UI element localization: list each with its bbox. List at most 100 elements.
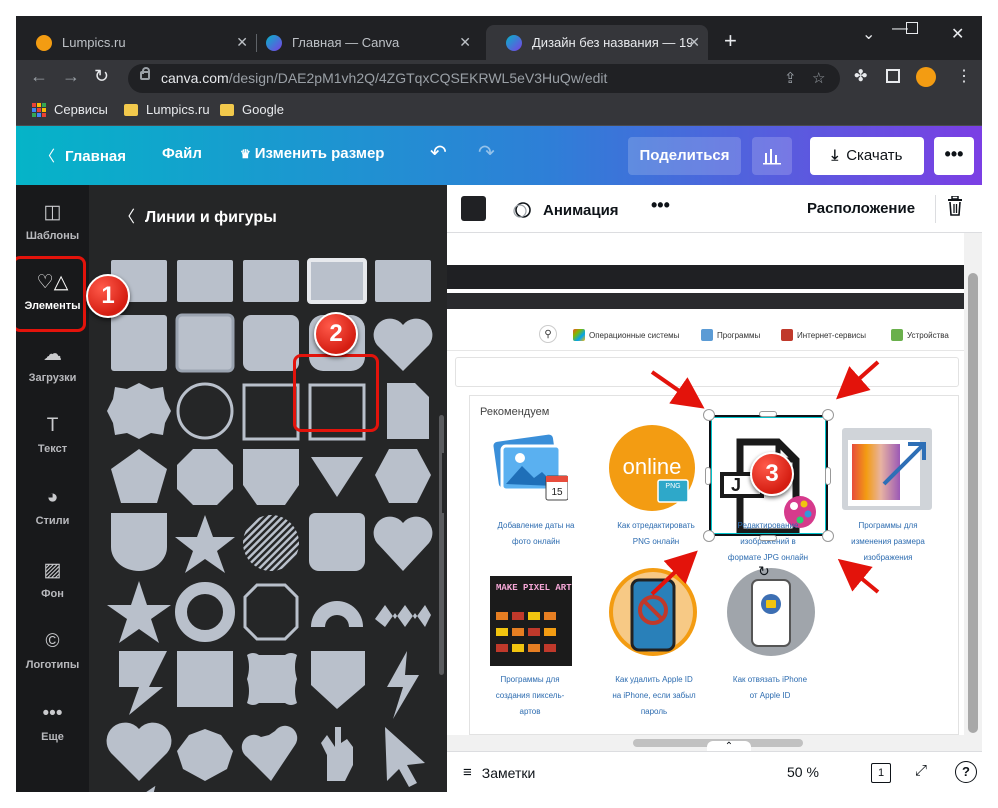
shape-square[interactable] bbox=[177, 260, 233, 302]
notes-button[interactable]: ≡ Заметки bbox=[463, 764, 535, 781]
rotate-icon[interactable]: ↻ bbox=[758, 563, 770, 580]
shape-square[interactable] bbox=[111, 315, 167, 371]
shape-octagon[interactable] bbox=[177, 449, 233, 505]
extensions-puzzle-icon[interactable]: ✤ bbox=[854, 66, 867, 86]
context-more-button[interactable]: ••• bbox=[651, 195, 670, 216]
shape-heart-rounded[interactable] bbox=[177, 729, 233, 781]
resize-handle-bottom-right[interactable] bbox=[822, 530, 834, 542]
close-tab-icon[interactable]: ✕ bbox=[459, 34, 471, 51]
home-button[interactable]: 〈 Главная bbox=[40, 145, 126, 166]
shape-square[interactable] bbox=[243, 260, 299, 302]
resize-handle-bottom[interactable] bbox=[759, 535, 777, 541]
forward-arrow-icon[interactable]: → bbox=[62, 66, 80, 87]
help-question-icon[interactable]: ? bbox=[955, 761, 977, 783]
shape-heart[interactable] bbox=[373, 318, 433, 371]
zoom-level[interactable]: 50 % bbox=[787, 764, 819, 780]
shape-hand-pointer[interactable] bbox=[321, 727, 353, 781]
arrange-button[interactable]: Расположение bbox=[807, 200, 915, 217]
bookmark-star-icon[interactable]: ☆ bbox=[812, 69, 825, 87]
rail-item-uploads[interactable]: ☁ Загрузки bbox=[16, 343, 89, 384]
page-count-button[interactable]: 1 bbox=[871, 763, 891, 783]
address-bar[interactable]: canva.com/design/DAE2pM1vh2Q/4ZGTqxCQSEK… bbox=[128, 64, 840, 93]
shape-cursor-arrow[interactable] bbox=[385, 727, 425, 787]
resize-handle-top-left[interactable] bbox=[703, 409, 715, 421]
shape-shield-round[interactable] bbox=[111, 513, 167, 571]
shape-ring[interactable] bbox=[175, 582, 235, 642]
trash-icon[interactable] bbox=[947, 196, 963, 216]
shape-heart-tilted[interactable] bbox=[241, 725, 298, 781]
rail-item-text[interactable]: T Текст bbox=[16, 415, 89, 455]
shape-rounded-square[interactable] bbox=[243, 315, 299, 371]
animation-button[interactable]: Анимация bbox=[513, 200, 619, 220]
shape-arch[interactable] bbox=[311, 601, 363, 627]
shape-triangle-down[interactable] bbox=[311, 457, 363, 497]
shape-badge[interactable] bbox=[107, 383, 171, 439]
download-button[interactable]: ⤓ Скачать bbox=[810, 137, 924, 175]
shape-lightning-bold[interactable] bbox=[119, 651, 167, 715]
shape-cut-corner[interactable] bbox=[387, 383, 429, 439]
resize-handle-bottom-left[interactable] bbox=[703, 530, 715, 542]
side-panel-icon[interactable] bbox=[886, 69, 900, 83]
panel-back-button[interactable]: 〈 Линии и фигуры bbox=[119, 203, 277, 227]
reload-icon[interactable]: ↻ bbox=[94, 66, 109, 87]
download-icon: ⤓ bbox=[831, 147, 839, 164]
shape-square-outline[interactable] bbox=[242, 383, 300, 441]
back-arrow-icon[interactable]: ← bbox=[30, 66, 48, 87]
shape-square-scalloped[interactable] bbox=[177, 651, 233, 707]
resize-button[interactable]: ♛ Изменить размер bbox=[240, 145, 384, 162]
shape-heart[interactable] bbox=[106, 722, 172, 781]
shape-octagon-outline[interactable] bbox=[243, 583, 299, 641]
shape-striped-circle[interactable] bbox=[243, 515, 299, 571]
shape-bordered-square[interactable] bbox=[175, 313, 235, 373]
browser-menu-icon[interactable]: ⋮ bbox=[956, 66, 972, 86]
redo-icon[interactable]: ↷ bbox=[478, 140, 495, 165]
rail-item-background[interactable]: ▨ Фон bbox=[16, 559, 89, 600]
more-options-button[interactable]: ••• bbox=[934, 137, 974, 175]
shape-square[interactable] bbox=[375, 260, 431, 302]
border-color-swatch[interactable] bbox=[461, 196, 486, 221]
rail-item-templates[interactable]: ◫ Шаблоны bbox=[16, 201, 89, 242]
shape-shield[interactable] bbox=[243, 449, 299, 505]
tab-lumpics[interactable]: Lumpics.ru ✕ bbox=[16, 25, 256, 60]
shape-pointed-shield[interactable] bbox=[311, 651, 365, 709]
fullscreen-expand-icon[interactable]: ⤢ bbox=[915, 762, 927, 779]
close-tab-icon[interactable]: ✕ bbox=[688, 34, 700, 51]
close-window-icon[interactable]: ✕ bbox=[951, 24, 964, 44]
tab-canva-design[interactable]: Дизайн без названия — 1938 ✕ bbox=[486, 25, 708, 60]
undo-icon[interactable]: ↶ bbox=[430, 140, 447, 165]
rail-label: Текст bbox=[37, 443, 68, 455]
bookmark-google[interactable]: Google bbox=[220, 102, 284, 117]
maximize-icon[interactable] bbox=[906, 22, 918, 34]
bookmark-lumpics[interactable]: Lumpics.ru bbox=[124, 102, 210, 117]
scrollbar-thumb[interactable] bbox=[968, 273, 978, 733]
shape-heart[interactable] bbox=[373, 516, 433, 571]
bookmark-services[interactable]: Сервисы bbox=[32, 102, 108, 117]
rail-item-more[interactable]: ••• Еще bbox=[16, 703, 89, 743]
rail-item-logos[interactable]: © Логотипы bbox=[16, 631, 89, 671]
shape-zigzag[interactable] bbox=[375, 605, 431, 627]
window-menu-icon[interactable]: ⌄ bbox=[862, 24, 875, 44]
shape-pentagon[interactable] bbox=[111, 449, 167, 503]
shape-lightning[interactable] bbox=[387, 651, 419, 719]
canvas-vertical-scrollbar[interactable] bbox=[964, 233, 982, 735]
profile-avatar-icon[interactable] bbox=[916, 67, 936, 87]
shape-wavy-square[interactable] bbox=[247, 653, 297, 705]
tab-canva-home[interactable]: Главная — Canva ✕ bbox=[246, 25, 479, 60]
shape-hexagon[interactable] bbox=[375, 449, 431, 503]
design-canvas[interactable]: ⚲ Операционные системы Программы Интерне… bbox=[447, 233, 964, 735]
shape-star-5[interactable] bbox=[107, 581, 171, 643]
resize-handle-top[interactable] bbox=[759, 411, 777, 417]
insights-button[interactable] bbox=[752, 137, 792, 175]
resize-handle-left[interactable] bbox=[705, 467, 711, 485]
file-menu-button[interactable]: Файл bbox=[162, 145, 202, 162]
shape-framed-square[interactable] bbox=[307, 258, 367, 304]
shape-star[interactable] bbox=[175, 515, 235, 573]
rail-item-styles[interactable]: ◕ Стили bbox=[16, 487, 89, 527]
shape-rounded-tag[interactable] bbox=[309, 513, 365, 571]
new-tab-button[interactable]: + bbox=[724, 30, 737, 52]
resize-handle-right[interactable] bbox=[825, 467, 831, 485]
resize-handle-top-right[interactable] bbox=[822, 409, 834, 421]
share-button[interactable]: Поделиться bbox=[628, 137, 741, 175]
shape-circle-outline[interactable] bbox=[176, 382, 234, 440]
share-page-icon[interactable]: ⇪ bbox=[784, 69, 797, 87]
